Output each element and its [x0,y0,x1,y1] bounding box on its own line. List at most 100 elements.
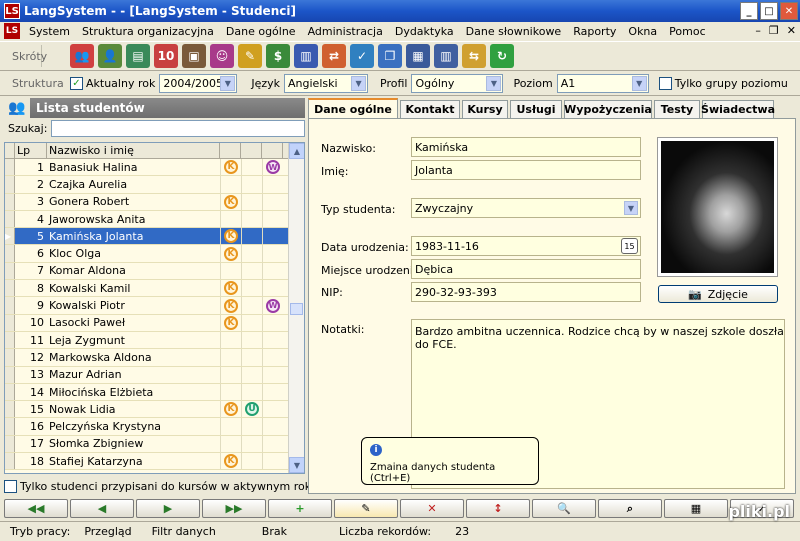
menu-structure[interactable]: Struktura organizacyjna [76,25,220,38]
col-name-header[interactable]: Nazwisko i imię [47,143,220,158]
panel-icon[interactable]: ▥ [434,44,458,68]
swap-icon[interactable]: ⇆ [462,44,486,68]
menu-windows[interactable]: Okna [622,25,663,38]
money-icon[interactable]: $ [266,44,290,68]
zoom-button[interactable]: 🔍 [532,499,596,518]
table-row[interactable]: 17 Słomka Zbigniew [5,435,304,454]
menu-reports[interactable]: Raporty [567,25,622,38]
table-row[interactable]: 2 Czajka Aurelia [5,176,304,194]
col-k-header[interactable] [220,143,241,158]
chevron-down-icon[interactable]: ▼ [631,76,647,91]
windows-icon[interactable]: ▦ [406,44,430,68]
menu-system[interactable]: System [23,25,76,38]
table-row[interactable]: 8 Kowalski Kamil K [5,280,304,298]
table-row[interactable]: 16 Pelczyńska Krystyna [5,418,304,436]
year-select[interactable]: 2004/2005 ▼ [159,74,238,93]
menu-didactics[interactable]: Dydaktyka [389,25,460,38]
table-row[interactable]: 6 Kloc Olga K [5,245,304,263]
level-select[interactable]: A1 ▼ [556,74,649,93]
vertical-scrollbar[interactable]: ▲ ▼ [288,143,304,473]
assigned-filter-checkbox[interactable] [4,480,17,493]
firstname-field[interactable]: Jolanta [411,160,641,180]
calendar-icon[interactable]: 10 [154,44,178,68]
table-row[interactable]: 10 Lasocki Paweł K [5,314,304,332]
only-level-groups-checkbox[interactable] [658,77,672,90]
export-button[interactable]: ▦ [664,499,728,518]
books-icon[interactable]: ▤ [126,44,150,68]
search-input[interactable] [51,119,305,137]
birthdate-field[interactable]: 1983-11-16 15 [411,236,641,256]
certificate-icon[interactable]: ✎ [238,44,262,68]
edit-record-button[interactable]: ✎ [334,499,398,518]
chevron-down-icon[interactable]: ▼ [624,201,638,215]
students-icon[interactable]: 👥 [70,44,94,68]
scroll-up-icon[interactable]: ▲ [289,143,304,159]
table-row[interactable]: 3 Gonera Robert K [5,193,304,211]
profile-select[interactable]: Ogólny ▼ [411,74,504,93]
birthplace-field[interactable]: Dębica [411,259,641,279]
mdi-close-icon[interactable]: ✕ [787,24,796,37]
menu-general-data[interactable]: Dane ogólne [220,25,302,38]
classroom-icon[interactable]: ▣ [182,44,206,68]
menu-help[interactable]: Pomoc [663,25,711,38]
table-row[interactable]: 7 Komar Aldona [5,262,304,281]
prev-record-button[interactable]: ◀ [70,499,134,518]
calendar-icon[interactable]: 15 [621,238,638,254]
tab-services[interactable]: Usługi [510,100,562,118]
current-year-checkbox[interactable]: ✓ [70,77,83,90]
tab-contact[interactable]: Kontakt [400,100,460,118]
photo-button[interactable]: 📷 Zdjęcie [658,285,778,303]
find-button[interactable]: ⌕ [598,499,662,518]
last-record-button[interactable]: ▶▶ [202,499,266,518]
table-row[interactable]: 12 Markowska Aldona [5,349,304,367]
table-row[interactable]: 1 Banasiuk Halina K W [5,159,304,177]
mdi-logo-icon[interactable]: LS [4,23,20,39]
tab-courses[interactable]: Kursy [462,100,508,118]
refresh-icon[interactable]: ↻ [490,44,514,68]
tab-general[interactable]: Dane ogólne [308,98,398,118]
chevron-down-icon[interactable]: ▼ [486,76,502,91]
next-record-button[interactable]: ▶ [136,499,200,518]
close-icon[interactable]: ✕ [780,2,798,20]
mdi-restore-icon[interactable]: ❐ [769,24,779,37]
exchange-icon[interactable]: ⇄ [322,44,346,68]
minimize-icon[interactable]: _ [740,2,758,20]
copy-icon[interactable]: ❐ [378,44,402,68]
window-titlebar[interactable]: LS LangSystem - - [LangSystem - Studenci… [0,0,800,22]
tab-loans[interactable]: Wypożyczenia [564,100,652,118]
col-u-header[interactable] [241,143,262,158]
maximize-icon[interactable]: □ [760,2,778,20]
tab-tests[interactable]: Testy [654,100,700,118]
chevron-down-icon[interactable]: ▼ [220,76,236,91]
chevron-down-icon[interactable]: ▼ [351,76,367,91]
person-card-icon[interactable]: ☺ [210,44,234,68]
menu-administration[interactable]: Administracja [302,25,389,38]
scroll-down-icon[interactable]: ▼ [289,457,304,473]
delete-record-button[interactable]: ✕ [400,499,464,518]
menu-dictionary[interactable]: Dane słownikowe [460,25,568,38]
language-select[interactable]: Angielski ▼ [284,74,369,93]
document-check-icon[interactable]: ✓ [350,44,374,68]
table-row[interactable]: 9 Kowalski Piotr K W [5,297,304,315]
add-record-button[interactable]: + [268,499,332,518]
surname-field[interactable]: Kamińska [411,137,641,157]
library-icon[interactable]: ▥ [294,44,318,68]
table-row[interactable]: 13 Mazur Adrian [5,366,304,384]
teacher-icon[interactable]: 👤 [98,44,122,68]
table-row[interactable]: 14 Miłocińska Elżbieta [5,383,304,402]
table-row[interactable]: 18 Stafiej Katarzyna K [5,453,304,471]
tab-certificates[interactable]: Świadectwa [701,100,775,118]
col-lp-header[interactable]: Lp [15,143,47,158]
first-record-button[interactable]: ◀◀ [4,499,68,518]
sort-button[interactable]: ↕ [466,499,530,518]
table-row[interactable]: ▶ 5 Kamińska Jolanta K [5,228,304,246]
tooltip-text: Zmaina danych studenta (Ctrl+E) [370,462,496,484]
col-w-header[interactable] [262,143,283,158]
scroll-thumb[interactable] [290,303,303,315]
student-type-select[interactable]: Zwyczajny ▼ [411,198,641,218]
nip-field[interactable]: 290-32-93-393 [411,282,641,302]
mdi-minimize-icon[interactable]: – [755,24,761,37]
table-row[interactable]: 11 Leja Zygmunt [5,331,304,350]
table-row[interactable]: 15 Nowak Lidia K U [5,401,304,419]
table-row[interactable]: 4 Jaworowska Anita [5,210,304,229]
